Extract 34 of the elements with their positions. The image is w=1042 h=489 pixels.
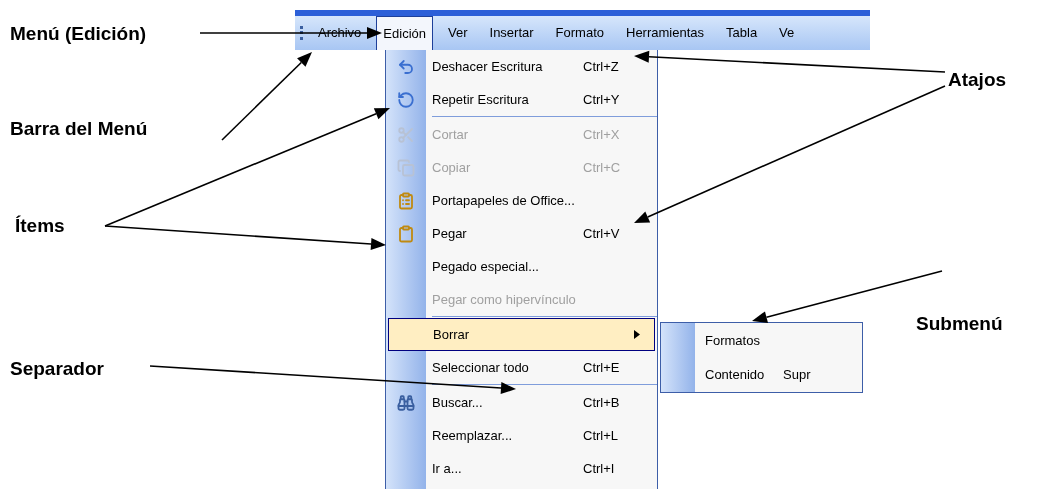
annotation-label: Atajos	[948, 68, 1007, 92]
annotation-label: Submenú	[916, 312, 1003, 336]
menu-item[interactable]: Pegado especial...	[426, 250, 657, 283]
annotation-label: Ítems	[15, 214, 65, 238]
annotation-label: Menú (Edición)	[10, 22, 147, 46]
redo-icon	[397, 90, 415, 109]
undo-icon	[397, 57, 415, 76]
menu-item[interactable]: Reemplazar... Ctrl+L	[426, 419, 657, 452]
menu-bar-item[interactable]: Ve	[772, 16, 802, 50]
menu-bar-item[interactable]: Formato	[548, 16, 611, 50]
annotation-label: Separador	[10, 357, 104, 381]
copy-icon	[397, 158, 415, 177]
menu-item[interactable]: Formatos	[695, 324, 862, 358]
menu-item[interactable]: Buscar... Ctrl+B	[426, 386, 657, 419]
clipboard-icon	[397, 224, 415, 243]
clipboard-icon	[397, 191, 415, 210]
binoculars-icon	[397, 393, 415, 412]
menu-bar-item[interactable]: Herramientas	[619, 16, 712, 50]
grip-icon	[300, 26, 303, 40]
menu-bar-item[interactable]: Tabla	[719, 16, 765, 50]
menu-bar-item[interactable]: Edición	[376, 16, 433, 50]
menu-item[interactable]: Ir a... Ctrl+I	[426, 452, 657, 485]
annotation-label: Barra del Menú	[10, 117, 148, 141]
menu-item[interactable]: Repetir Escritura Ctrl+Y	[426, 83, 657, 116]
scissors-icon	[397, 125, 415, 144]
menu-item[interactable]: Borrar	[388, 318, 655, 351]
menu-item[interactable]: Seleccionar todo Ctrl+E	[426, 351, 657, 384]
submenu-arrow-icon	[634, 330, 640, 339]
menu-bar-item[interactable]: Insertar	[482, 16, 541, 50]
menu-item[interactable]: Portapapeles de Office...	[426, 184, 657, 217]
menu-item[interactable]: Pegar Ctrl+V	[426, 217, 657, 250]
menu-bar-item[interactable]: Ver	[441, 16, 475, 50]
menu-item[interactable]: Deshacer Escritura Ctrl+Z	[426, 50, 657, 83]
menu-item[interactable]: Contenido Supr	[695, 357, 862, 391]
